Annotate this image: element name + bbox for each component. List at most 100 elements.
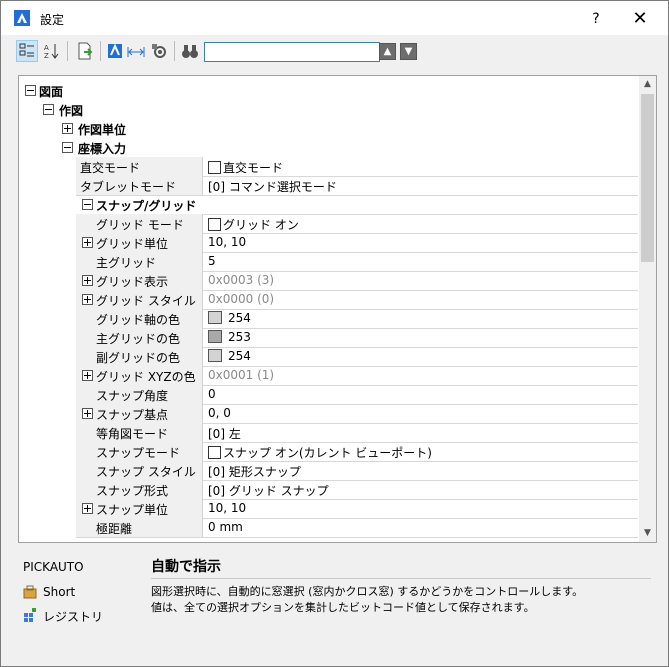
prop-row-snap-angle[interactable]: スナップ角度 0 [76,385,638,405]
prop-row-snap-base[interactable]: スナップ基点 0, 0 [76,404,638,424]
prop-row-grid-style[interactable]: グリッド スタイル 0x0000 (0) [76,290,638,310]
prop-value[interactable]: 254 [208,311,251,325]
prop-name-label: 主グリッド [96,256,157,270]
prop-value[interactable]: [0] コマンド選択モード [208,178,337,195]
categorized-view-icon[interactable] [16,40,38,62]
collapse-icon[interactable] [43,104,54,115]
prop-value[interactable]: 10, 10 [208,501,246,515]
prop-value[interactable]: グリッド オン [208,216,299,233]
prop-row-tablet[interactable]: タブレットモード [0] コマンド選択モード [76,176,638,196]
color-value: 254 [228,349,251,363]
prop-row-snap-unit[interactable]: スナップ単位 10, 10 [76,499,638,519]
checkbox[interactable] [208,218,221,231]
collapse-icon[interactable] [82,199,93,210]
collapse-icon[interactable] [62,142,73,153]
search-next-icon[interactable]: ▼ [400,43,417,60]
export-icon[interactable] [75,41,95,61]
prop-value[interactable]: 0, 0 [208,406,231,420]
prop-value[interactable]: 253 [208,330,251,344]
color-swatch [208,311,222,324]
tree-node-coord-input[interactable]: 座標入力 [19,138,638,157]
expand-icon[interactable] [82,294,93,305]
expand-icon[interactable] [82,370,93,381]
color-value: 254 [228,311,251,325]
prop-name-label: スナップ スタイル [96,465,196,479]
prop-row-iso-mode[interactable]: 等角図モード [0] 左 [76,423,638,443]
prop-name: タブレットモード [76,176,203,195]
prop-value[interactable]: 254 [208,349,251,363]
prop-value[interactable]: 0x0003 (3) [208,273,274,287]
expand-icon[interactable] [82,237,93,248]
drawing-settings-icon[interactable] [106,41,126,61]
prop-row-polar-distance[interactable]: 極距離 0 mm [76,518,638,538]
prop-name: 主グリッドの色 [76,328,203,347]
description-title: 自動で指示 [151,559,221,575]
checkbox[interactable] [208,161,221,174]
prop-row-snap-type[interactable]: スナップ形式 [0] グリッド スナップ [76,480,638,500]
options-gear-icon[interactable] [149,41,169,61]
prop-row-minor-grid-color[interactable]: 副グリッドの色 254 [76,347,638,367]
expand-icon[interactable] [82,408,93,419]
prop-value[interactable]: スナップ オン(カレント ビューポート) [208,444,432,461]
prop-row-snap-style[interactable]: スナップ スタイル [0] 矩形スナップ [76,461,638,481]
prop-name: スナップ形式 [76,480,203,499]
vertical-scrollbar[interactable]: ▲ ▼ [639,76,656,542]
prop-name: 極距離 [76,518,203,537]
window-title: 設定 [40,13,65,27]
section-snap-grid[interactable]: スナップ/グリッド [76,195,638,215]
description-divider [151,578,651,579]
checkbox[interactable] [208,446,221,459]
prop-value[interactable]: 0x0001 (1) [208,368,274,382]
tree-node-drawing[interactable]: 作図 [19,100,638,119]
prop-name-label: 直交モード [80,161,141,175]
prop-value[interactable]: 10, 10 [208,235,246,249]
prop-name-label: グリッド スタイル [96,294,196,308]
prop-row-grid-unit[interactable]: グリッド単位 10, 10 [76,233,638,253]
prop-name: 副グリッドの色 [76,347,203,366]
prop-row-grid-mode[interactable]: グリッド モード グリッド オン [76,214,638,234]
description-line: 値は、全ての選択オプションを集計したビットコード値として保存されます。 [151,601,535,614]
prop-value[interactable]: [0] 矩形スナップ [208,463,301,480]
expand-icon[interactable] [82,503,93,514]
help-button[interactable]: ? [584,8,608,30]
scrollbar-thumb[interactable] [641,94,654,262]
prop-row-grid-xyz-color[interactable]: グリッド XYZの色 0x0001 (1) [76,366,638,386]
collapse-icon[interactable] [25,85,36,96]
tree-node-drawing-root[interactable]: 図面 [19,81,638,100]
description-text: 図形選択時に、自動的に窓選択 (窓内かクロス窓) するかどうかをコントロールしま… [151,584,583,616]
prop-value[interactable]: [0] グリッド スナップ [208,482,329,499]
prop-name: グリッド表示 [76,271,203,290]
app-logo-icon [14,10,30,26]
checkbox-label: グリッド オン [223,218,299,232]
prop-row-ortho[interactable]: 直交モード 直交モード [76,157,638,177]
expand-icon[interactable] [62,123,73,134]
prop-name-label: 等角図モード [96,427,169,441]
binoculars-icon[interactable] [180,41,200,61]
prop-name-label: グリッド モード [96,218,184,232]
scroll-down-icon[interactable]: ▼ [639,525,656,542]
search-previous-icon[interactable]: ▲ [379,43,396,60]
tree-node-units[interactable]: 作図単位 [19,119,638,138]
prop-value[interactable]: 直交モード [208,159,283,176]
prop-row-major-grid[interactable]: 主グリッド 5 [76,252,638,272]
dimension-icon[interactable] [126,41,146,61]
alphabetical-sort-icon[interactable]: AZ [42,41,62,61]
svg-text:A: A [44,44,49,52]
close-button[interactable]: ✕ [627,7,653,31]
scroll-up-icon[interactable]: ▲ [639,76,656,93]
search-input[interactable] [204,42,380,62]
expand-icon[interactable] [82,275,93,286]
prop-row-major-grid-color[interactable]: 主グリッドの色 253 [76,328,638,348]
prop-value[interactable]: 0 mm [208,520,243,534]
checkbox-label: 直交モード [223,161,284,175]
prop-row-grid-display[interactable]: グリッド表示 0x0003 (3) [76,271,638,291]
prop-value[interactable]: 0x0000 (0) [208,292,274,306]
prop-value[interactable]: [0] 左 [208,425,241,442]
prop-row-snap-mode[interactable]: スナップモード スナップ オン(カレント ビューポート) [76,442,638,462]
prop-name-label: グリッド軸の色 [96,313,181,327]
prop-value[interactable]: 0 [208,387,216,401]
prop-name: グリッド単位 [76,233,203,252]
prop-name: 主グリッド [76,252,203,271]
prop-value[interactable]: 5 [208,254,216,268]
prop-row-grid-axis-color[interactable]: グリッド軸の色 254 [76,309,638,329]
